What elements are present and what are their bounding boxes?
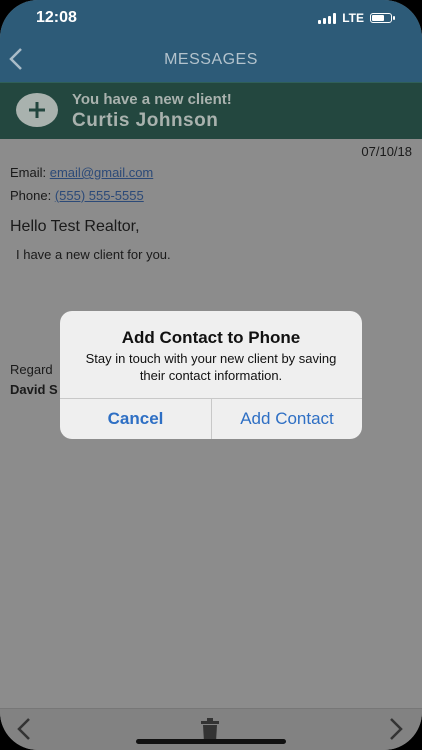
battery-icon <box>370 13 395 23</box>
add-contact-confirm-button[interactable]: Add Contact <box>212 399 362 439</box>
previous-button[interactable] <box>16 717 32 745</box>
page-title: MESSAGES <box>164 51 258 68</box>
signal-icon <box>318 12 337 24</box>
client-name: Curtis Johnson <box>72 110 219 131</box>
phone-row: Phone: (555) 555-5555 <box>10 188 144 203</box>
email-label: Email: <box>10 165 47 180</box>
status-indicators: LTE <box>318 11 395 25</box>
signer-name: David S <box>10 382 58 397</box>
email-row: Email: email@gmail.com <box>10 165 153 180</box>
chevron-left-icon <box>17 718 30 740</box>
dialog-title: Add Contact to Phone <box>121 328 301 347</box>
phone-label: Phone: <box>10 188 52 203</box>
phone-screen: 12:08 LTE MESSAGES You have a new client… <box>0 0 422 750</box>
greeting: Hello Test Realtor, <box>10 218 140 235</box>
status-time: 12:08 <box>36 9 77 26</box>
new-client-banner: You have a new client! Curtis Johnson <box>0 82 422 139</box>
email-link[interactable]: email@gmail.com <box>50 165 154 180</box>
add-contact-button[interactable] <box>16 93 58 127</box>
network-label: LTE <box>342 11 364 25</box>
nav-bar: MESSAGES <box>0 36 422 82</box>
phone-link[interactable]: (555) 555-5555 <box>55 188 144 203</box>
status-bar: 12:08 LTE <box>0 0 422 36</box>
cancel-button[interactable]: Cancel <box>60 399 211 439</box>
home-indicator[interactable] <box>136 739 286 744</box>
regards-text: Regard <box>10 362 53 377</box>
banner-subtitle: You have a new client! <box>72 91 232 108</box>
plus-icon <box>29 102 45 118</box>
chevron-right-icon <box>390 718 403 740</box>
next-button[interactable] <box>388 717 404 745</box>
message-date: 07/10/18 <box>361 144 412 159</box>
dialog-message: Stay in touch with your new client by sa… <box>85 351 337 383</box>
message-body: I have a new client for you. <box>16 247 171 262</box>
add-contact-dialog: Add Contact to Phone Stay in touch with … <box>60 311 362 439</box>
